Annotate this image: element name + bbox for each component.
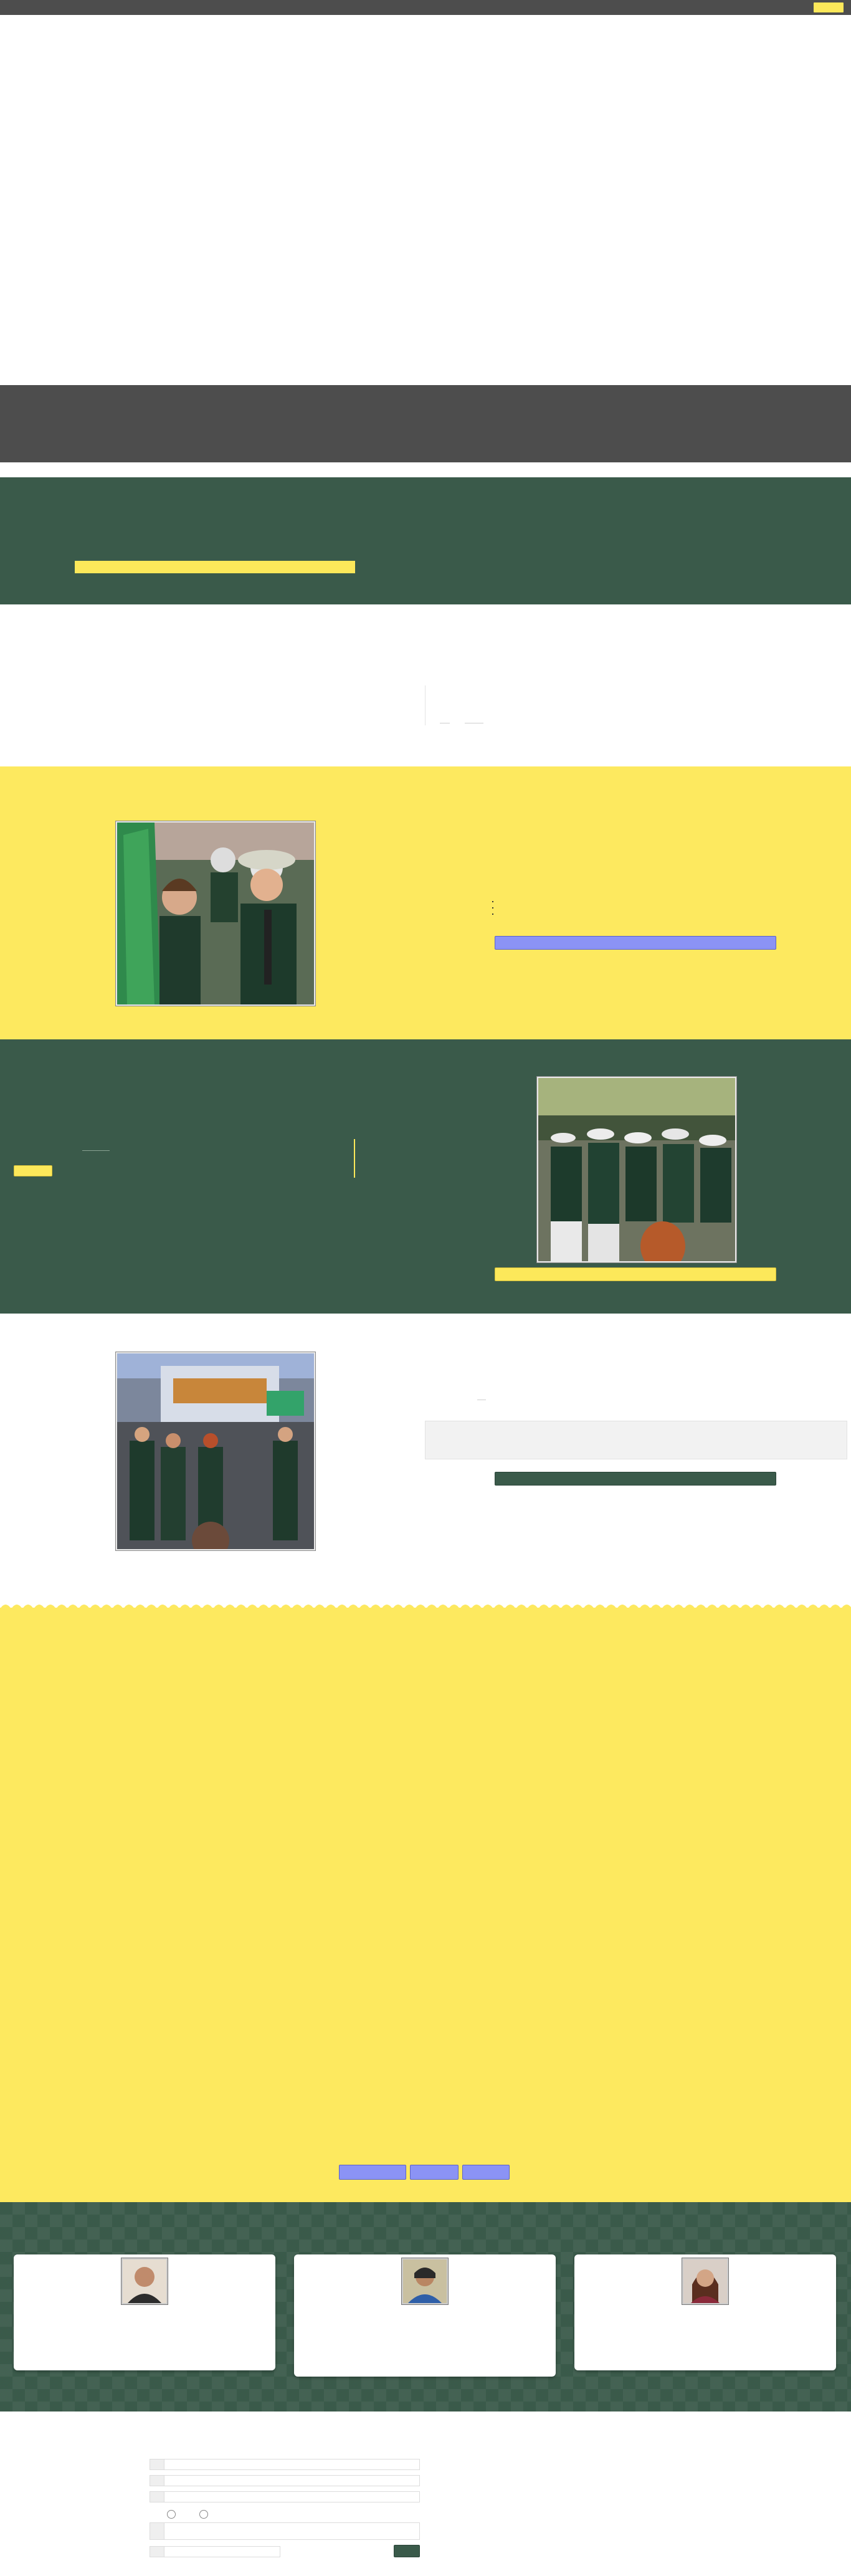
band-photo-1 xyxy=(116,821,315,1006)
person-photo-icon xyxy=(123,2259,166,2303)
marching-band-photo xyxy=(538,1078,735,1261)
intro-divider xyxy=(425,685,426,725)
staff-section xyxy=(0,2202,851,2411)
feature2-side-button[interactable] xyxy=(14,1165,52,1176)
feature2-caption-line xyxy=(82,1150,110,1151)
feature-section-1 xyxy=(0,766,851,1039)
gallery-pager-button-1[interactable] xyxy=(339,2165,406,2180)
gallery-pager-button-2[interactable] xyxy=(410,2165,459,2180)
staff-card-1 xyxy=(14,2254,275,2370)
gallery-pager xyxy=(339,2165,510,2180)
feature1-button[interactable] xyxy=(495,936,776,950)
parade-photo xyxy=(117,1353,314,1549)
staff-avatar-3 xyxy=(682,2258,728,2304)
form-field-4[interactable] xyxy=(150,2546,280,2557)
feature3-input[interactable] xyxy=(425,1421,847,1459)
person-photo-icon xyxy=(683,2259,727,2303)
hero-highlight-bar xyxy=(75,561,355,573)
feature3-button[interactable] xyxy=(495,1472,776,1486)
band-photo-2 xyxy=(537,1077,736,1262)
top-bar xyxy=(0,0,851,15)
staff-card-3 xyxy=(574,2254,836,2370)
band-photo-3 xyxy=(116,1352,315,1550)
bullet-1 xyxy=(492,901,493,902)
grey-banner xyxy=(0,385,851,462)
form-radio-1[interactable] xyxy=(167,2510,176,2519)
top-bar-button[interactable] xyxy=(814,2,844,12)
hero-section xyxy=(0,477,851,604)
staff-avatar-2 xyxy=(402,2258,448,2304)
form-submit-button[interactable] xyxy=(394,2545,420,2557)
bullet-3 xyxy=(492,914,493,915)
form-radio-2[interactable] xyxy=(199,2510,208,2519)
gallery-pager-button-3[interactable] xyxy=(462,2165,510,2180)
staff-avatar-1 xyxy=(121,2258,168,2304)
band-members-photo xyxy=(117,823,314,1004)
form-field-3[interactable] xyxy=(150,2491,420,2502)
form-field-2[interactable] xyxy=(150,2475,420,2486)
form-textarea[interactable] xyxy=(150,2522,420,2540)
gallery-section xyxy=(0,1608,851,2202)
form-field-1[interactable] xyxy=(150,2459,420,2470)
feature-section-2 xyxy=(0,1039,851,1314)
staff-card-2 xyxy=(294,2254,556,2377)
feature2-button[interactable] xyxy=(495,1267,776,1281)
person-photo-icon xyxy=(403,2259,447,2303)
bullet-2 xyxy=(492,907,493,909)
quote-divider xyxy=(354,1139,355,1178)
